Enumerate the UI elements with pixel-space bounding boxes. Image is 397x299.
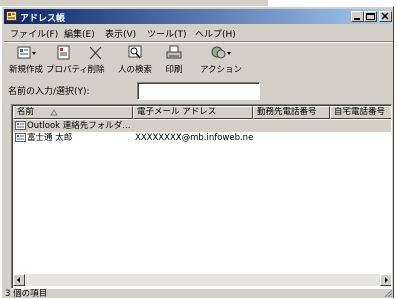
delete-icon (89, 46, 102, 60)
scroll-right-icon (385, 277, 388, 283)
toolbar: 新規作成 プロパティ 削除 人の検索 印刷 アクション (6, 43, 391, 77)
address-book-window: アドレス帳 ファイル(F) 編集(E) 表示(V) ツール(T) ヘルプ(H) … (1, 6, 394, 299)
menu-bar: ファイル(F) 編集(E) 表示(V) ツール(T) ヘルプ(H) (6, 25, 391, 41)
minimize-button[interactable] (351, 11, 364, 22)
row-name: Outlook 連絡先フォルダ... (27, 121, 131, 131)
delete-label: 削除 (87, 65, 105, 75)
window-title: アドレス帳 (20, 14, 66, 24)
column-header-name[interactable]: 名前 (13, 106, 133, 119)
find-people-button[interactable]: 人の検索 (114, 44, 156, 76)
scroll-left-icon (17, 277, 20, 283)
column-header-name-label: 名前 (17, 107, 35, 117)
menu-view[interactable]: 表示(V) (105, 27, 136, 40)
column-header-work-phone[interactable]: 勤務先電話番号 (253, 106, 330, 119)
print-button[interactable]: 印刷 (159, 44, 189, 76)
row-name: 富士通 太郎 (27, 133, 73, 143)
search-input[interactable] (137, 82, 260, 100)
properties-label: プロパティ (46, 65, 88, 75)
column-header-home-phone[interactable]: 自宅電話番号 (330, 106, 391, 119)
properties-button[interactable]: プロパティ (46, 44, 88, 76)
sort-ascending-icon (50, 109, 58, 116)
maximize-icon (366, 13, 375, 20)
action-button[interactable]: アクション (199, 44, 243, 76)
folder-card-icon (15, 121, 26, 130)
maximize-button[interactable] (364, 11, 377, 22)
new-contact-icon (17, 46, 36, 59)
close-icon (381, 12, 389, 20)
resize-grip-icon[interactable] (383, 288, 393, 298)
new-contact-label: 新規作成 (8, 65, 43, 75)
address-book-app-icon (6, 11, 17, 21)
search-label: 名前の入力/選択(Y): (8, 87, 90, 97)
menu-edit[interactable]: 編集(E) (64, 27, 95, 40)
find-people-icon (128, 45, 142, 59)
minimize-icon (354, 18, 360, 20)
scroll-left-button[interactable] (13, 274, 25, 286)
close-button[interactable] (379, 11, 392, 22)
menu-help[interactable]: ヘルプ(H) (195, 27, 236, 40)
menu-tools[interactable]: ツール(T) (147, 27, 187, 40)
action-label: アクション (199, 65, 243, 75)
print-icon (166, 45, 182, 59)
title-bar[interactable]: アドレス帳 (4, 9, 392, 24)
find-people-label: 人の検索 (117, 65, 152, 75)
column-header-email[interactable]: 電子メール アドレス (133, 106, 253, 119)
horizontal-scrollbar[interactable] (13, 274, 391, 286)
contact-list[interactable]: 名前 電子メール アドレス 勤務先電話番号 自宅電話番号 Outlook 連絡先… (11, 104, 392, 289)
list-row-contact[interactable]: 富士通 太郎 XXXXXXXX@mb.infoweb.ne.jp (13, 132, 391, 144)
contact-card-icon (15, 133, 26, 142)
row-email: XXXXXXXX@mb.infoweb.ne.jp (135, 133, 253, 143)
list-header: 名前 電子メール アドレス 勤務先電話番号 自宅電話番号 (13, 106, 391, 119)
delete-button[interactable]: 削除 (83, 44, 109, 76)
properties-icon (57, 45, 70, 60)
action-icon (211, 46, 231, 59)
scroll-right-button[interactable] (380, 274, 391, 286)
menu-file[interactable]: ファイル(F) (10, 27, 58, 40)
print-label: 印刷 (165, 65, 183, 75)
list-row-outlook-folder[interactable]: Outlook 連絡先フォルダ... (13, 120, 391, 132)
new-contact-button[interactable]: 新規作成 (8, 44, 44, 76)
